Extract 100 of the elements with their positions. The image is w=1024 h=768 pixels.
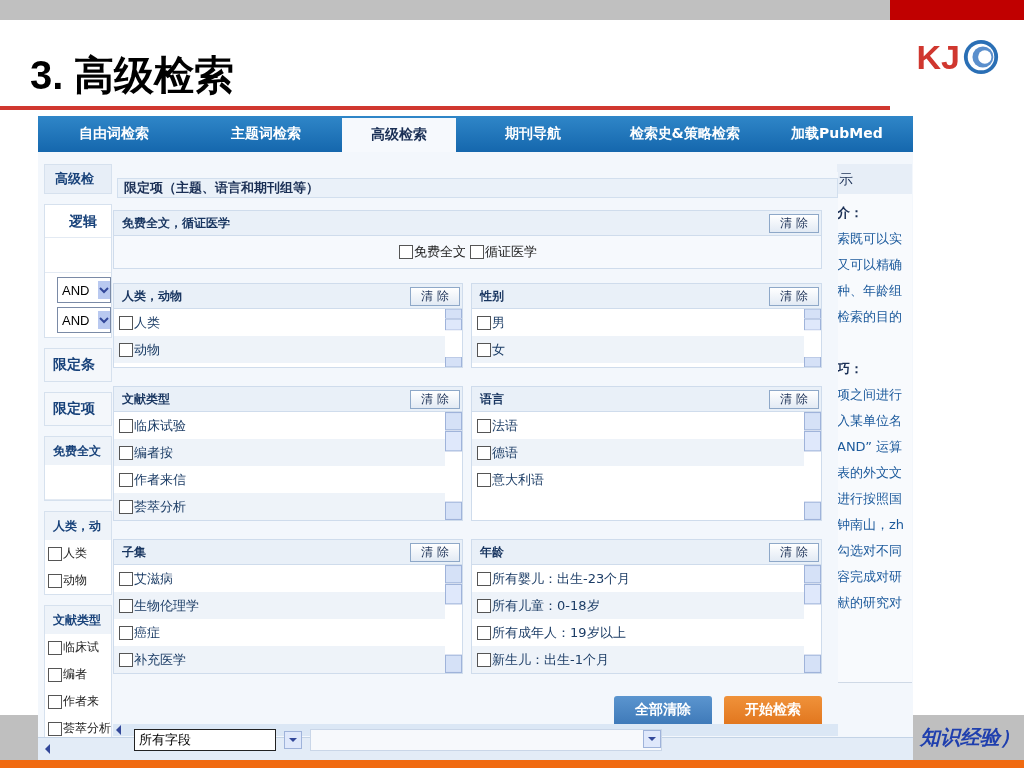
checkbox-option[interactable]: 荟萃分析 [45,715,111,737]
checkbox[interactable] [48,546,62,561]
hint-text: 献的研究对 [837,594,903,612]
checkbox[interactable] [119,652,133,667]
checkbox[interactable] [119,315,133,330]
checkbox-option[interactable]: 临床试验 [114,412,445,439]
clear-button[interactable]: 清 除 [769,213,819,233]
checkbox[interactable] [119,418,133,433]
option-label: 意大利语 [492,470,544,489]
checkbox[interactable] [119,571,133,586]
option-label: 动物 [63,572,87,589]
checkbox-option[interactable]: 意大利语 [472,466,804,493]
clear-button[interactable]: 清 除 [769,286,819,306]
section-title: 免费全文，循证医学 [122,214,230,232]
dialog-title: 限定项（主题、语言和期刊组等） [124,179,319,197]
hint-text: 钟南山，zh [837,516,906,534]
clear-button[interactable]: 清 除 [410,286,460,306]
checkbox-option[interactable]: 女 [472,336,804,363]
slide-title: 3. 高级检索 [30,51,235,99]
checkbox-option[interactable]: 荟萃分析 [114,493,445,520]
panel-title: 限定项 [53,400,95,418]
checkbox-option[interactable]: 人类 [45,540,111,567]
checkbox-option[interactable]: 免费全文 [398,243,466,261]
checkbox[interactable] [119,499,133,514]
checkbox-option[interactable]: 编者按 [114,439,445,466]
input-field[interactable] [310,729,662,751]
checkbox-option[interactable]: 法语 [472,412,804,439]
checkbox[interactable] [477,418,491,433]
checkbox[interactable] [477,342,491,357]
checkbox[interactable] [48,640,62,655]
checkbox[interactable] [469,245,484,259]
checkbox[interactable] [119,445,133,460]
checkbox-option[interactable]: 所有婴儿：出生-23个月 [472,565,804,592]
scrollbar[interactable] [445,565,462,673]
clear-button[interactable]: 清 除 [410,542,460,562]
checkbox-option[interactable]: 动物 [45,567,111,594]
checkbox[interactable] [477,315,491,330]
checkbox-option[interactable]: 艾滋病 [114,565,445,592]
left-arrow-icon[interactable] [44,743,52,755]
operator-select[interactable]: AND [57,277,111,303]
tab[interactable]: 自由词检索 [38,118,191,150]
scrollbar[interactable] [804,412,821,520]
hint-text: 勾选对不同 [837,542,903,560]
scrollbar[interactable] [804,309,821,367]
checkbox-option[interactable]: 所有成年人：19岁以上 [472,619,804,646]
checkbox-option[interactable]: 临床试 [45,634,111,661]
tab[interactable]: 加载PubMed [760,118,913,150]
checkbox[interactable] [477,571,491,586]
checkbox-option[interactable]: 补充医学 [114,646,445,673]
scrollbar[interactable] [445,412,462,520]
checkbox[interactable] [119,472,133,487]
checkbox-option[interactable]: 新生儿：出生-1个月 [472,646,804,673]
checkbox[interactable] [477,598,491,613]
checkbox[interactable] [48,721,62,736]
section-title: 子集 [122,543,146,561]
tab[interactable]: 主题词检索 [190,118,343,150]
checkbox[interactable] [48,667,62,682]
checkbox[interactable] [48,694,62,709]
left-arrow-icon[interactable] [115,724,123,736]
checkbox[interactable] [48,573,62,588]
option-label: 补充医学 [134,650,186,669]
checkbox-option[interactable]: 生物伦理学 [114,592,445,619]
hint-text: 表的外文文 [837,464,903,482]
clear-button[interactable]: 清 除 [769,542,819,562]
option-label: 动物 [134,340,160,359]
option-label: 德语 [492,443,518,462]
clear-button[interactable]: 清 除 [410,389,460,409]
clear-button[interactable]: 清 除 [769,389,819,409]
checkbox[interactable] [398,245,413,259]
option-label: 编者 [63,666,87,683]
checkbox-option[interactable]: 男 [472,309,804,336]
checkbox-option[interactable]: 编者 [45,661,111,688]
checkbox[interactable] [119,342,133,357]
checkbox-option[interactable]: 所有儿童：0-18岁 [472,592,804,619]
checkbox[interactable] [119,625,133,640]
checkbox-option[interactable]: 动物 [114,336,445,363]
checkbox[interactable] [477,445,491,460]
scrollbar[interactable] [804,565,821,673]
field-select[interactable]: 所有字段 [134,729,276,751]
option-label: 免费全文 [413,243,466,261]
checkbox-option[interactable]: 人类 [114,309,445,336]
checkbox-option[interactable]: 循证医学 [469,243,537,261]
checkbox-option[interactable]: 癌症 [114,619,445,646]
checkbox-option[interactable]: 作者来信 [114,466,445,493]
option-label: 循证医学 [484,243,537,261]
tab[interactable]: 期刊导航 [456,118,609,150]
option-label: 所有婴儿：出生-23个月 [492,569,631,588]
checkbox[interactable] [119,598,133,613]
option-label: 女 [492,340,505,359]
checkbox[interactable] [477,652,491,667]
scrollbar[interactable] [445,309,462,367]
checkbox[interactable] [477,472,491,487]
operator-select[interactable]: AND [57,307,111,333]
checkbox[interactable] [477,625,491,640]
tab[interactable]: 检索史&策略检索 [608,118,761,150]
section-title: 性别 [480,287,504,305]
checkbox-option[interactable]: 作者来 [45,688,111,715]
hint-text: AND” 运算 [837,438,904,456]
tab[interactable]: 高级检索 [342,118,457,152]
clear-all-button[interactable]: 全部清除 [614,696,712,724]
